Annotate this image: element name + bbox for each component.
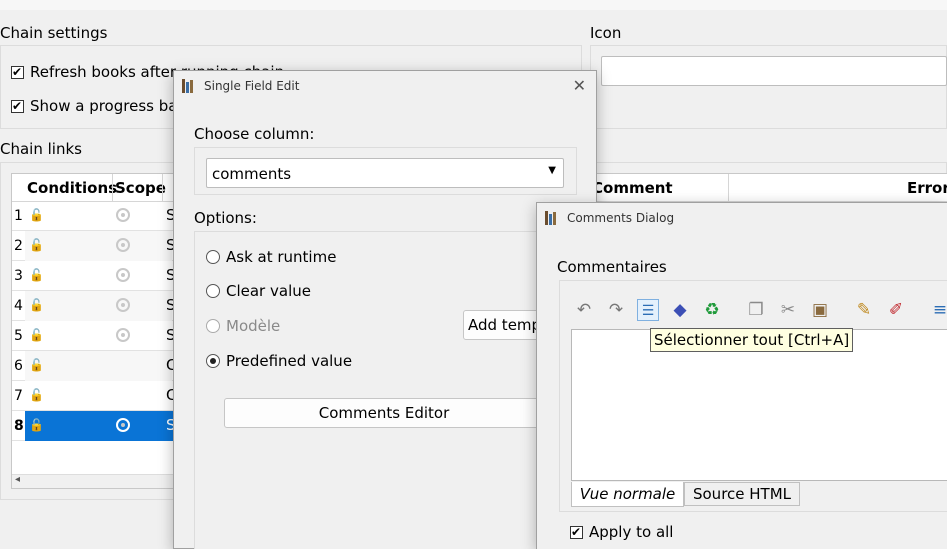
chain-settings-label: Chain settings	[0, 24, 108, 42]
option-ask-at-runtime[interactable]: Ask at runtime	[206, 248, 336, 266]
row-background	[25, 351, 172, 381]
scope-icon[interactable]	[116, 328, 130, 342]
select-all-tooltip: Sélectionner tout [Ctrl+A]	[650, 328, 854, 352]
scope-icon[interactable]	[116, 268, 130, 282]
top-strip	[0, 0, 947, 10]
option-label: Ask at runtime	[226, 248, 337, 266]
unlock-icon[interactable]: 🔓	[29, 358, 44, 372]
header-divider	[728, 174, 729, 202]
comments-dialog: Comments Dialog Commentaires ↶ ↷ ☰ ◆ ♻ ❐…	[536, 202, 947, 549]
row-number: 1	[14, 208, 23, 224]
unlock-icon[interactable]: 🔓	[29, 298, 44, 312]
paste-icon[interactable]: ▣	[809, 299, 831, 321]
scope-icon[interactable]	[116, 238, 130, 252]
option-modele[interactable]: Modèle	[206, 317, 280, 335]
apply-to-all-label: Apply to all	[589, 523, 674, 541]
list-icon[interactable]: ≡	[929, 299, 947, 321]
tab-source-html[interactable]: Source HTML	[684, 482, 800, 506]
row-background	[25, 381, 172, 411]
option-radio[interactable]	[206, 354, 220, 368]
close-icon[interactable]: ✕	[573, 71, 586, 101]
option-predefined-value[interactable]: Predefined value	[206, 352, 352, 370]
row-background	[25, 411, 172, 441]
header-errors[interactable]: Errors	[907, 179, 947, 197]
scope-icon[interactable]	[116, 418, 130, 432]
header-conditions[interactable]: Conditions	[27, 179, 117, 197]
option-radio[interactable]	[206, 250, 220, 264]
show-progress-label: Show a progress bar	[30, 97, 184, 115]
header-scope[interactable]: Scope	[115, 179, 166, 197]
header-comment[interactable]: Comment	[592, 179, 673, 197]
options-group	[194, 231, 584, 549]
row-number: 7	[14, 388, 23, 404]
unlock-icon[interactable]: 🔓	[29, 208, 44, 222]
header-divider	[162, 174, 163, 202]
clear-format-icon[interactable]: ◆	[669, 299, 691, 321]
unlock-icon[interactable]: 🔓	[29, 268, 44, 282]
refresh-books-checkbox[interactable]	[11, 64, 24, 80]
apply-to-all-row[interactable]: Apply to all	[570, 523, 673, 541]
row-number: 4	[14, 298, 23, 314]
comments-editor-button[interactable]: Comments Editor	[224, 398, 544, 428]
icon-label: Icon	[590, 24, 622, 42]
row-number: 6	[14, 358, 23, 374]
scroll-left-icon[interactable]: ◂	[15, 474, 20, 485]
show-progress-checkbox-row[interactable]: Show a progress bar	[11, 97, 184, 115]
highlight-icon[interactable]: ✐	[885, 299, 907, 321]
single-field-edit-dialog: Single Field Edit ✕ Choose column: comme…	[173, 70, 597, 549]
scope-icon[interactable]	[116, 208, 130, 222]
unlock-icon[interactable]: 🔓	[29, 238, 44, 252]
options-label: Options:	[194, 209, 257, 227]
commentaires-label: Commentaires	[557, 258, 667, 276]
row-background	[25, 201, 172, 231]
undo-icon[interactable]: ↶	[573, 299, 595, 321]
row-background	[25, 261, 172, 291]
row-number: 5	[14, 328, 23, 344]
column-select[interactable]: comments ▼	[206, 158, 564, 188]
unlock-icon[interactable]: 🔓	[29, 328, 44, 342]
choose-column-label: Choose column:	[194, 125, 315, 143]
row-number: 2	[14, 238, 23, 254]
tab-normal-view[interactable]: Vue normale	[571, 482, 684, 507]
unlock-icon[interactable]: 🔓	[29, 418, 44, 432]
icon-combo[interactable]	[601, 56, 947, 86]
row-background	[25, 321, 172, 351]
option-radio[interactable]	[206, 319, 220, 333]
chevron-down-icon[interactable]: ▼	[548, 165, 556, 176]
option-label: Predefined value	[226, 352, 353, 370]
calibre-app-icon	[182, 79, 196, 93]
row-number: 3	[14, 268, 23, 284]
recycle-icon[interactable]: ♻	[701, 299, 723, 321]
comments-dialog-titlebar[interactable]: Comments Dialog	[537, 203, 947, 233]
option-radio[interactable]	[206, 284, 220, 298]
option-label: Modèle	[226, 317, 281, 335]
option-clear-value[interactable]: Clear value	[206, 282, 311, 300]
comments-dialog-title: Comments Dialog	[567, 211, 675, 225]
copy-icon[interactable]: ❐	[745, 299, 767, 321]
single-field-edit-title: Single Field Edit	[204, 79, 300, 93]
row-background	[25, 231, 172, 261]
calibre-app-icon	[545, 211, 559, 225]
unlock-icon[interactable]: 🔓	[29, 388, 44, 402]
cut-icon[interactable]: ✂	[777, 299, 799, 321]
header-divider	[112, 174, 113, 202]
row-number: 8	[14, 418, 24, 434]
scope-icon[interactable]	[116, 298, 130, 312]
chain-links-label: Chain links	[0, 140, 82, 158]
link-icon[interactable]: ✎	[853, 299, 875, 321]
show-progress-checkbox[interactable]	[11, 98, 24, 114]
row-background	[25, 291, 172, 321]
apply-to-all-checkbox[interactable]	[570, 524, 583, 540]
editor-toolbar: ↶ ↷ ☰ ◆ ♻ ❐ ✂ ▣ ✎ ✐ ≡	[571, 289, 947, 329]
option-label: Clear value	[226, 282, 311, 300]
single-field-edit-titlebar[interactable]: Single Field Edit ✕	[174, 71, 596, 101]
select-all-icon[interactable]: ☰	[637, 299, 659, 321]
column-select-value: comments	[212, 165, 292, 183]
redo-icon[interactable]: ↷	[605, 299, 627, 321]
